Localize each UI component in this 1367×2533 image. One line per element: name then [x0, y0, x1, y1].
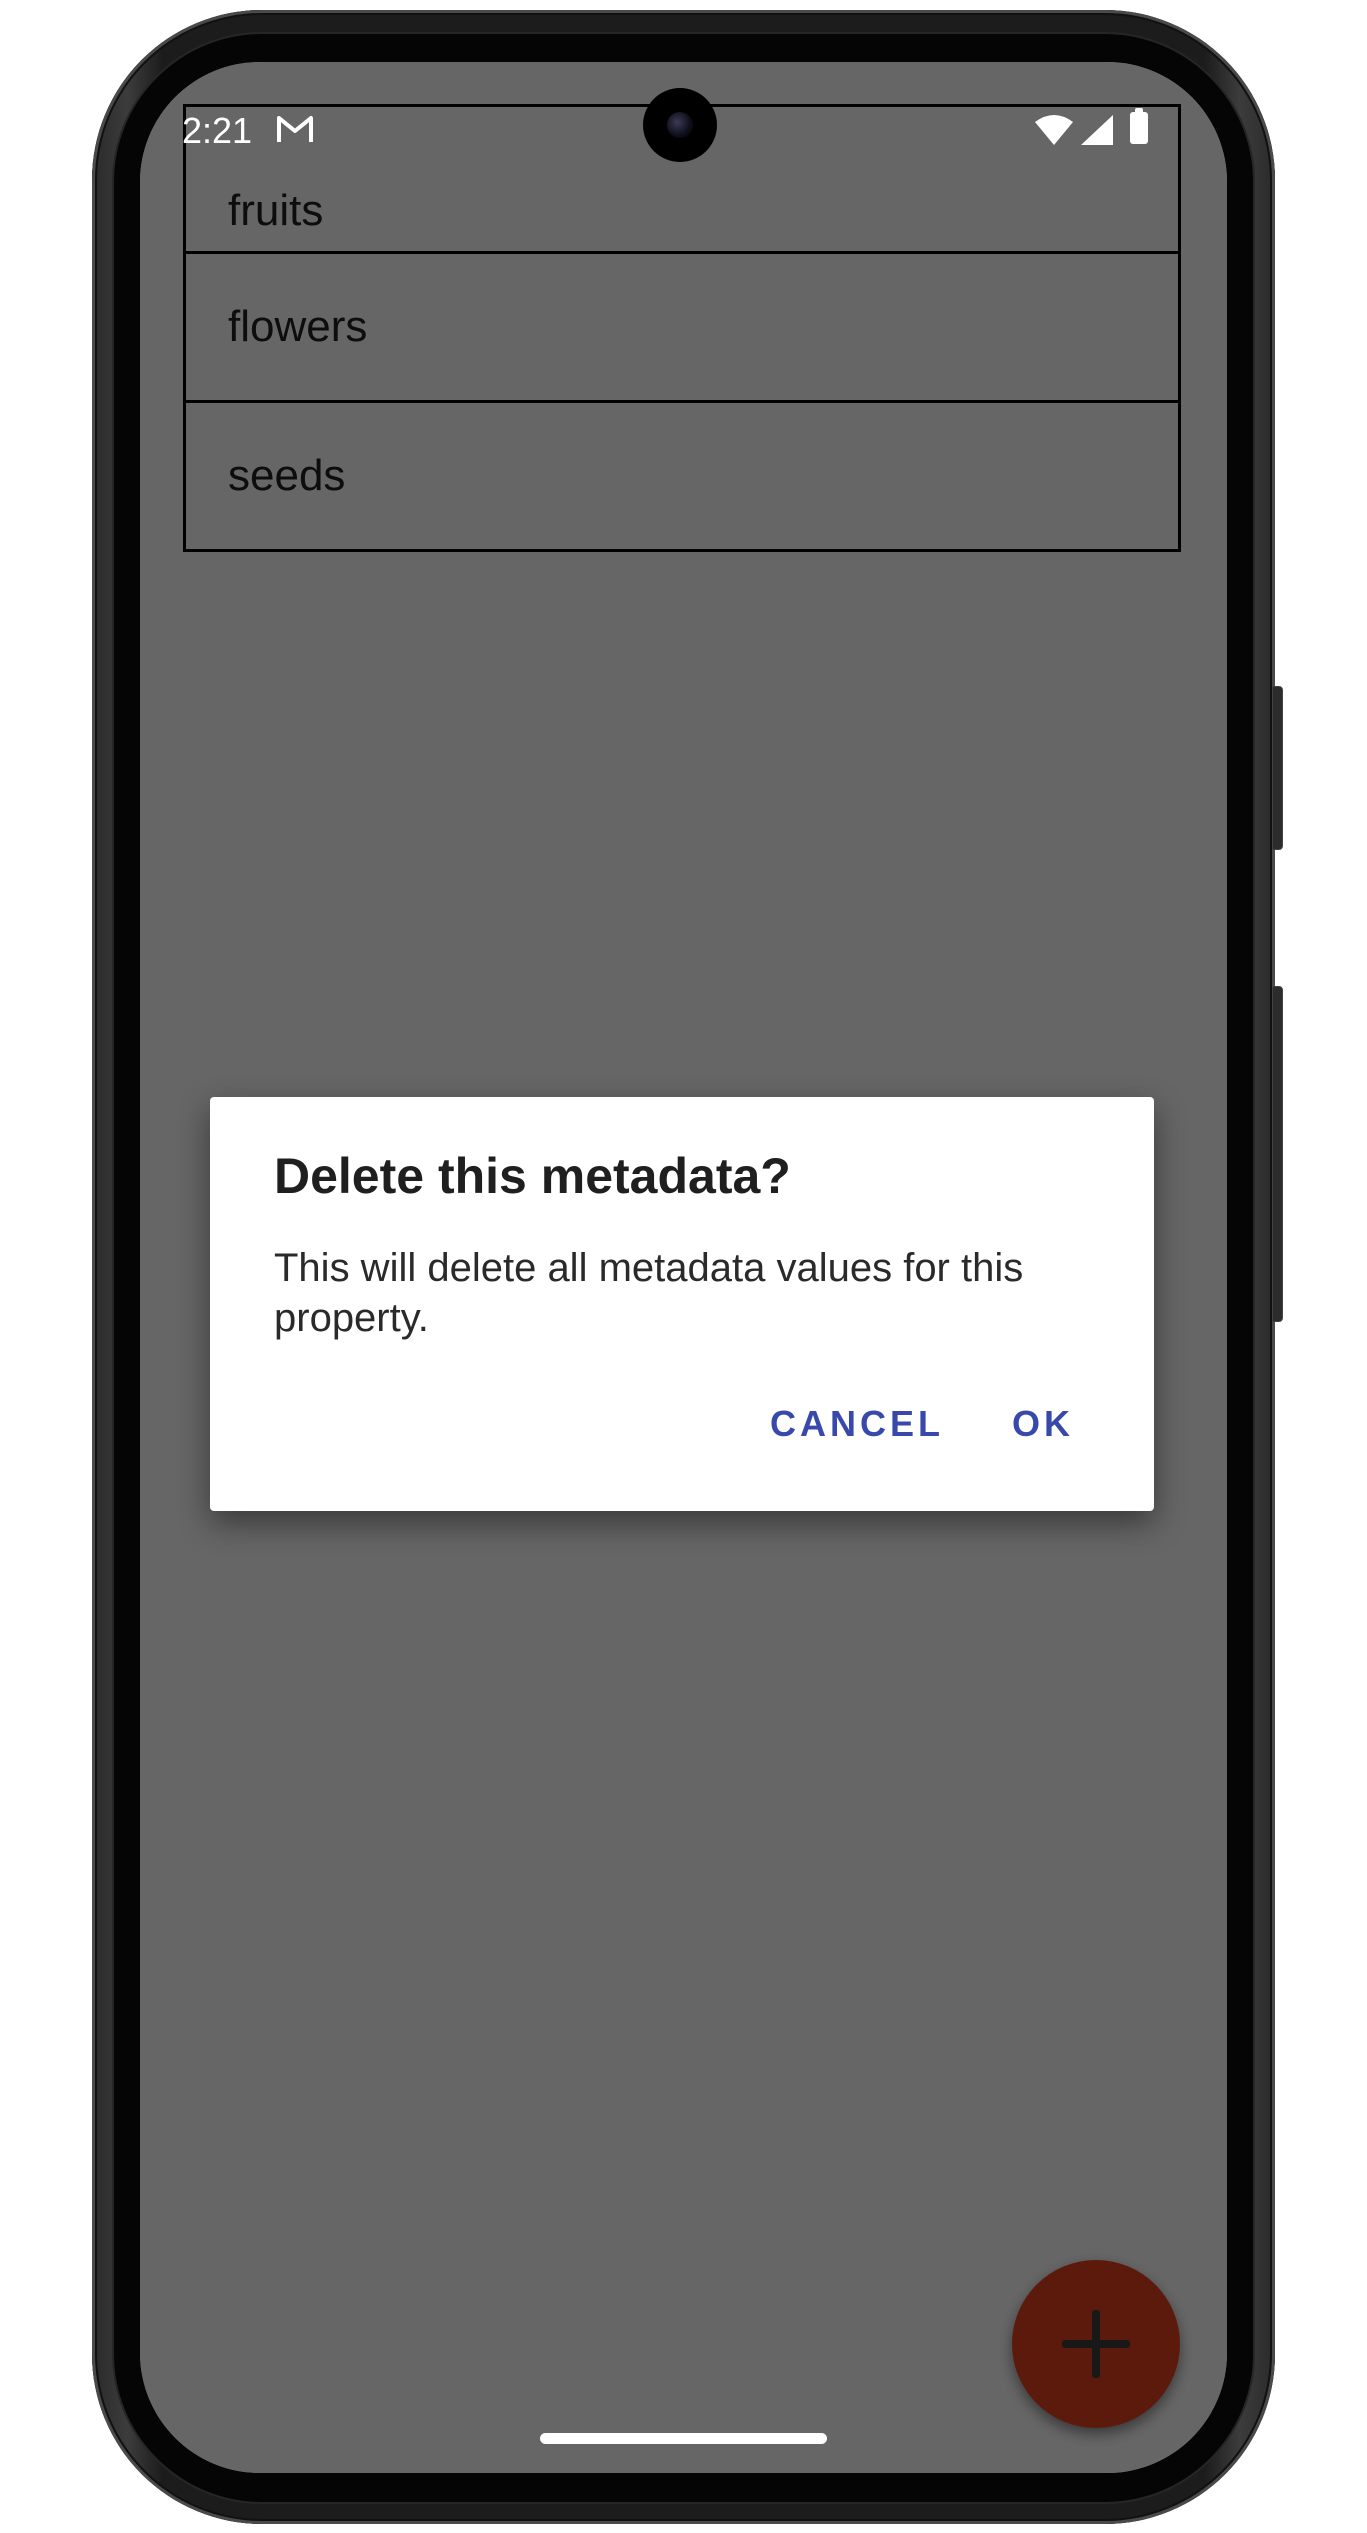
screen: fruits flowers seeds 2:21 Delete this me… [140, 62, 1227, 2473]
battery-icon [1130, 108, 1148, 144]
wifi-icon [1035, 115, 1073, 145]
delete-metadata-dialog: Delete this metadata? This will delete a… [210, 1097, 1154, 1511]
status-time: 2:21 [182, 110, 253, 151]
dialog-message: This will delete all metadata values for… [274, 1246, 1024, 1340]
ok-button[interactable]: OK [1012, 1403, 1074, 1445]
cancel-button[interactable]: CANCEL [770, 1403, 944, 1445]
home-indicator[interactable] [540, 2433, 827, 2444]
volume-button [1272, 686, 1283, 850]
front-camera [643, 88, 717, 162]
signal-icon [1081, 115, 1113, 145]
dialog-title: Delete this metadata? [274, 1148, 791, 1204]
power-button [1272, 986, 1283, 1322]
gmail-icon [277, 116, 313, 142]
